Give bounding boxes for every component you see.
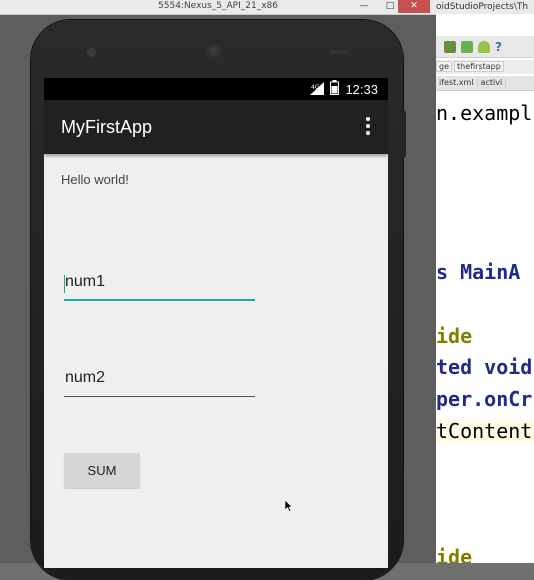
sum-button[interactable]: SUM	[64, 453, 140, 488]
num1-value: num1	[65, 273, 106, 290]
ide-editor-tabs: ifest.xml activi	[436, 76, 534, 91]
mouse-pointer-icon	[285, 500, 293, 512]
minimize-button[interactable]: —	[352, 0, 376, 13]
overflow-menu-icon[interactable]	[362, 114, 374, 138]
code-line: ted void	[436, 355, 533, 379]
breadcrumb-item[interactable]: thefirstapp	[454, 61, 504, 72]
svg-text:4G: 4G	[311, 84, 320, 91]
battery-icon	[330, 79, 340, 99]
power-button[interactable]	[400, 110, 406, 158]
front-sensor-icon	[87, 48, 96, 57]
front-camera-icon	[206, 43, 222, 59]
ide-panel: oidStudioProjects\Th ? ge thefirstapp ife…	[436, 0, 534, 563]
action-bar: MyFirstApp	[44, 100, 388, 154]
breadcrumb-item[interactable]: ge	[436, 61, 452, 72]
num1-input[interactable]: num1	[64, 273, 255, 301]
text-cursor	[64, 275, 65, 293]
num2-underline	[64, 396, 255, 397]
close-button[interactable]: ✕	[398, 0, 430, 13]
code-line-highlighted: tContent	[436, 419, 534, 443]
signal-icon: 4G	[310, 80, 325, 99]
proximity-sensor-icon	[329, 50, 349, 54]
code-line: n.exampl	[436, 101, 533, 125]
emulator-title-bar: 5554:Nexus_5_API_21_x86 — □ ✕	[0, 0, 436, 15]
ide-breadcrumbs: ge thefirstapp	[436, 60, 534, 74]
code-line: s MainA	[436, 260, 520, 284]
code-line: per.onCr	[436, 387, 533, 411]
status-time: 12:33	[345, 81, 378, 97]
avd-manager-icon[interactable]	[461, 40, 473, 53]
sdk-manager-icon[interactable]	[444, 40, 456, 53]
code-line: ide	[436, 545, 473, 563]
status-bar: 4G 12:33	[44, 78, 388, 100]
hello-text: Hello world!	[61, 172, 129, 187]
code-line: ide	[436, 324, 473, 348]
tab-manifest[interactable]: ifest.xml	[436, 78, 478, 87]
ide-window-title: oidStudioProjects\Th	[436, 0, 534, 14]
device-screen: 4G 12:33 MyFirstApp Hello world! num1 nu…	[44, 78, 388, 568]
num2-input[interactable]: num2	[64, 369, 255, 397]
ide-toolbar: ?	[436, 36, 534, 58]
app-title: MyFirstApp	[61, 117, 153, 137]
code-text: s MainA	[436, 260, 521, 284]
num2-value: num2	[65, 369, 106, 386]
num1-underline	[64, 299, 255, 301]
android-icon[interactable]	[478, 40, 490, 53]
tab-activity[interactable]: activi	[477, 78, 507, 87]
help-icon[interactable]: ?	[495, 40, 502, 54]
